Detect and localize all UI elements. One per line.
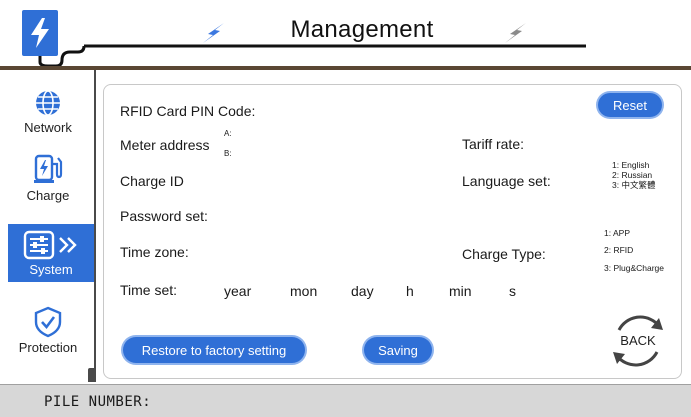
- saving-button[interactable]: Saving: [364, 337, 432, 363]
- rfid-pin-label: RFID Card PIN Code:: [120, 103, 256, 119]
- time-unit-year: year: [224, 283, 252, 299]
- time-unit-day: day: [351, 283, 374, 299]
- charge-type-option[interactable]: 3: Plug&Charge: [604, 263, 664, 273]
- back-button-label: BACK: [620, 333, 656, 348]
- sidebar-item-label: Charge: [26, 188, 70, 203]
- sidebar-item-network[interactable]: Network: [6, 88, 90, 150]
- double-chevron-right-icon: [59, 237, 77, 253]
- password-set-label: Password set:: [120, 208, 208, 224]
- lightning-right-icon: [505, 23, 526, 43]
- time-set-label: Time set:: [120, 282, 178, 298]
- sidebar-divider: [94, 70, 96, 382]
- restore-factory-button[interactable]: Restore to factory setting: [123, 337, 305, 363]
- settings-panel: RFID Card PIN Code: Reset Meter address …: [103, 84, 682, 379]
- charge-type-label: Charge Type:: [462, 246, 546, 262]
- reset-button[interactable]: Reset: [598, 93, 662, 117]
- meter-address-label: Meter address: [120, 137, 210, 153]
- sidebar-item-label: Protection: [18, 340, 78, 355]
- sidebar-item-charge[interactable]: Charge: [6, 152, 90, 214]
- sidebar-item-system[interactable]: System: [8, 224, 94, 282]
- charge-type-option[interactable]: 2: RFID: [604, 245, 633, 255]
- language-option[interactable]: 3: 中文繁體: [612, 180, 655, 190]
- charge-type-option[interactable]: 1: APP: [604, 228, 630, 238]
- time-unit-minute: min: [449, 283, 472, 299]
- shield-check-icon: [34, 306, 62, 338]
- cable-plug-icon: [88, 368, 96, 382]
- language-option[interactable]: 2: Russian: [612, 170, 652, 180]
- sidebar-item-label: Network: [24, 120, 72, 135]
- pile-number-label: PILE NUMBER:: [44, 394, 152, 410]
- page-title: Management: [290, 16, 434, 43]
- language-set-label: Language set:: [462, 173, 551, 189]
- globe-icon: [36, 90, 60, 116]
- tariff-rate-label: Tariff rate:: [462, 136, 524, 152]
- time-zone-label: Time zone:: [120, 244, 189, 260]
- time-unit-hour: h: [406, 283, 414, 299]
- time-unit-second: s: [509, 283, 516, 299]
- charging-station-icon: [34, 154, 63, 183]
- sliders-icon: [23, 230, 55, 260]
- sidebar-item-label: System: [29, 262, 73, 277]
- header-divider: [0, 66, 691, 70]
- back-button[interactable]: BACK: [605, 308, 671, 374]
- time-unit-month: mon: [290, 283, 318, 299]
- charge-id-label: Charge ID: [120, 173, 184, 189]
- meter-a-label: A:: [224, 129, 232, 138]
- footer-bar: PILE NUMBER:: [0, 384, 691, 417]
- lightning-left-icon: [203, 23, 224, 43]
- header-bar: Management: [0, 0, 691, 70]
- language-option[interactable]: 1: English: [612, 160, 649, 170]
- meter-b-label: B:: [224, 149, 232, 158]
- sidebar-item-protection[interactable]: Protection: [6, 306, 90, 368]
